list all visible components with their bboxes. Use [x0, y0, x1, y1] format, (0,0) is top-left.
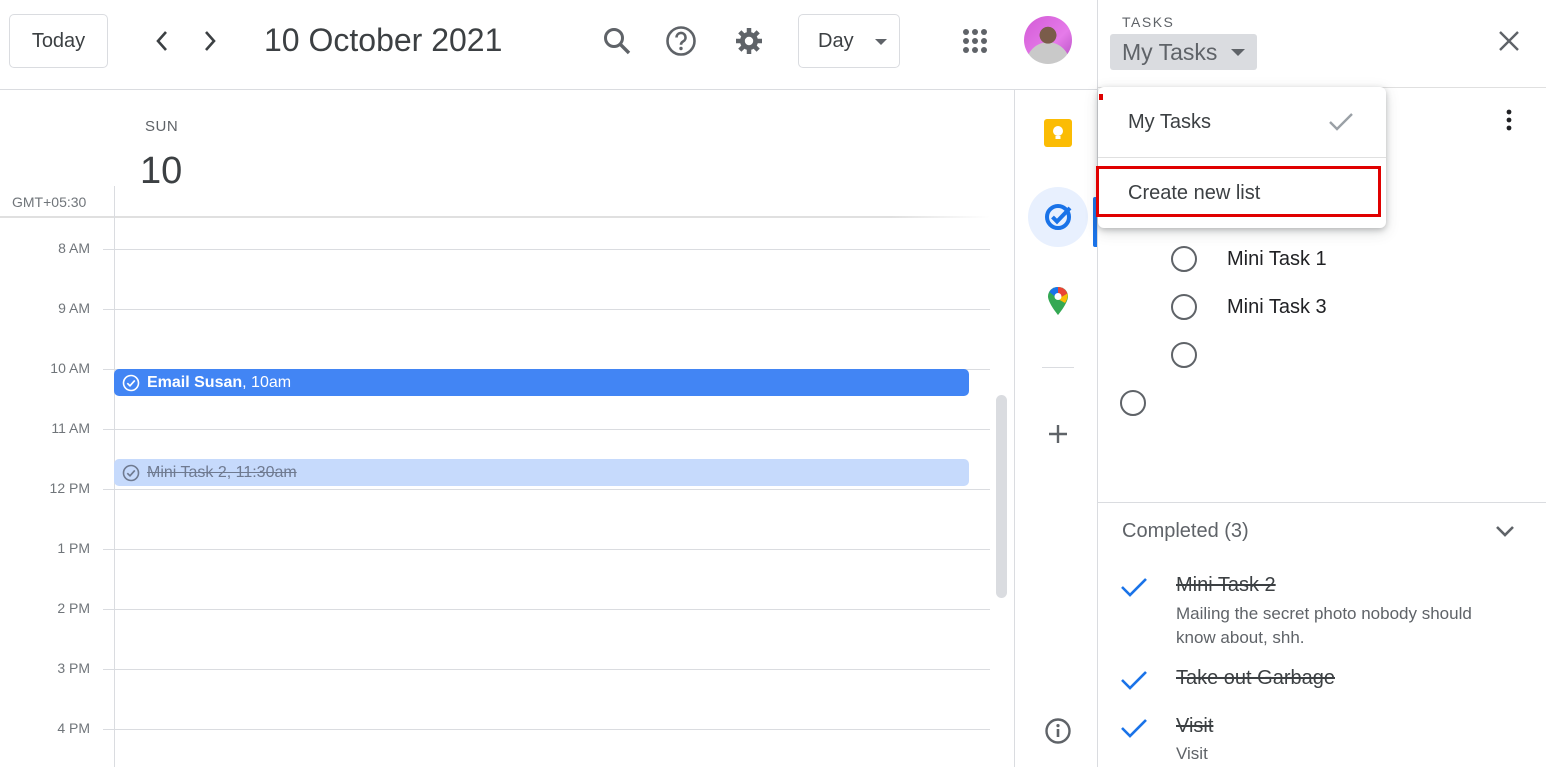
plus-icon — [1049, 425, 1067, 443]
search-icon — [604, 28, 631, 55]
hour-line — [103, 489, 990, 490]
task-complete-checkbox[interactable] — [1171, 294, 1197, 320]
dropdown-caret-icon — [875, 39, 887, 45]
checkmark-icon — [1329, 113, 1353, 131]
task-check-icon — [122, 464, 140, 481]
grid-scrollbar[interactable] — [996, 395, 1007, 598]
apps-button[interactable] — [958, 24, 992, 58]
task-complete-checkbox[interactable] — [1120, 390, 1146, 416]
dropdown-caret-icon — [1231, 49, 1245, 56]
completed-task-title: Take out Garbage — [1176, 667, 1335, 689]
completed-divider — [1098, 502, 1546, 503]
all-day-divider — [0, 216, 990, 218]
view-selector-label: Day — [818, 29, 854, 52]
tasks-icon — [1045, 204, 1072, 230]
account-avatar[interactable] — [1024, 16, 1072, 64]
panel-kicker: TASKS — [1122, 14, 1175, 30]
day-number[interactable]: 10 — [140, 150, 182, 193]
event-mini-task-2[interactable]: Mini Task 2, 11:30am — [114, 459, 969, 486]
more-vert-icon — [1506, 109, 1512, 131]
list-options-button[interactable] — [1500, 108, 1518, 132]
task-list-selector[interactable]: My Tasks — [1110, 34, 1257, 70]
maps-pin-icon — [1048, 287, 1068, 315]
task-complete-checkbox[interactable] — [1171, 246, 1197, 272]
event-time: , 10am — [242, 373, 292, 391]
apps-grid-icon — [963, 29, 987, 53]
date-title: 10 October 2021 — [264, 22, 503, 58]
hour-line — [103, 609, 990, 610]
hour-line — [103, 429, 990, 430]
hour-label: 8 AM — [58, 240, 90, 256]
add-addon-button[interactable] — [1042, 418, 1074, 450]
completed-task-title: Mini Task 2 — [1176, 574, 1276, 596]
hour-line — [103, 729, 990, 730]
chevron-down-icon — [1496, 526, 1514, 537]
task-item[interactable] — [1171, 342, 1227, 368]
hour-label: 11 AM — [51, 420, 90, 436]
settings-button[interactable] — [732, 24, 766, 58]
completed-expand-button[interactable] — [1494, 524, 1516, 538]
chevron-left-icon — [156, 31, 167, 51]
help-button[interactable] — [664, 24, 698, 58]
completed-task-note: Visit — [1176, 744, 1208, 763]
event-title: Mini Task 2, 11:30am — [147, 463, 297, 481]
tasks-button[interactable] — [1040, 199, 1076, 235]
hour-label: 9 AM — [58, 300, 90, 316]
day-of-week: SUN — [145, 118, 179, 135]
checkmark-icon[interactable] — [1120, 669, 1148, 691]
menu-item-my-tasks[interactable]: My Tasks — [1128, 111, 1211, 134]
timezone-label: GMT+05:30 — [12, 194, 87, 210]
hour-line — [103, 549, 990, 550]
info-icon — [1045, 718, 1071, 744]
task-item[interactable] — [1120, 390, 1176, 416]
task-title[interactable]: Mini Task 1 — [1227, 248, 1327, 271]
task-complete-checkbox[interactable] — [1171, 342, 1197, 368]
hour-label: 4 PM — [57, 720, 90, 736]
hour-line — [103, 309, 990, 310]
gear-icon — [736, 28, 762, 54]
selected-check — [1327, 111, 1355, 133]
top-bar: Today 10 October 2021 Day — [0, 0, 1097, 90]
hour-line — [103, 249, 990, 250]
search-button[interactable] — [600, 24, 634, 58]
help-icon — [666, 26, 696, 56]
hour-label: 10 AM — [50, 360, 90, 376]
menu-divider — [1098, 157, 1386, 158]
view-selector[interactable]: Day — [798, 14, 900, 68]
next-day-button[interactable] — [196, 26, 224, 56]
previous-day-button[interactable] — [148, 26, 176, 56]
today-button[interactable]: Today — [9, 14, 108, 68]
hour-label: 12 PM — [49, 480, 90, 496]
keep-icon — [1044, 119, 1072, 147]
close-panel-button[interactable] — [1496, 28, 1522, 54]
maps-button[interactable] — [1040, 283, 1076, 319]
task-title[interactable]: Mini Task 3 — [1227, 296, 1327, 319]
completed-task-note: Mailing the secret photo nobody should k… — [1176, 604, 1472, 647]
chevron-right-icon — [205, 31, 216, 51]
hour-label: 1 PM — [57, 540, 90, 556]
annotation-mark — [1099, 94, 1103, 100]
event-email-susan[interactable]: Email Susan, 10am — [114, 369, 969, 396]
task-item[interactable]: Mini Task 3 — [1171, 294, 1327, 320]
close-icon — [1499, 31, 1519, 51]
completed-section-toggle[interactable]: Completed (3) — [1122, 520, 1249, 543]
annotation-highlight-box — [1096, 166, 1381, 217]
keep-button[interactable] — [1040, 115, 1076, 151]
task-list-selector-label: My Tasks — [1122, 38, 1218, 65]
rail-divider — [1042, 367, 1074, 368]
completed-task-title: Visit — [1176, 715, 1214, 737]
info-button[interactable] — [1042, 715, 1074, 747]
checkmark-icon[interactable] — [1120, 717, 1148, 739]
hour-label: 3 PM — [57, 660, 90, 676]
task-item[interactable]: Mini Task 1 — [1171, 246, 1327, 272]
event-title: Email Susan — [147, 373, 243, 391]
hour-label: 2 PM — [57, 600, 90, 616]
task-check-icon — [122, 374, 140, 391]
checkmark-icon[interactable] — [1120, 576, 1148, 598]
hour-line — [103, 669, 990, 670]
